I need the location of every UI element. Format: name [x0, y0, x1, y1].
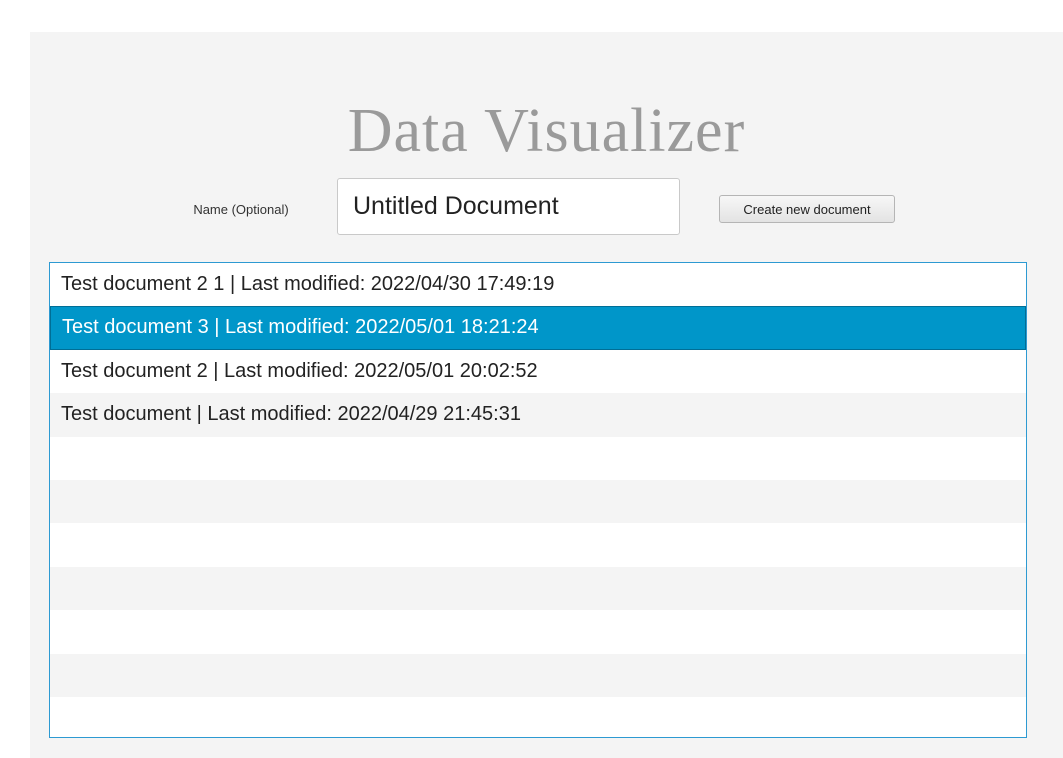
list-item[interactable]: Test document 2 | Last modified: 2022/05…	[50, 349, 1026, 394]
list-item[interactable]: Test document 2 1 | Last modified: 2022/…	[50, 263, 1026, 307]
list-item-empty	[50, 436, 1026, 480]
create-document-button[interactable]: Create new document	[719, 195, 895, 223]
list-item-empty	[50, 696, 1026, 737]
list-item-empty	[50, 653, 1026, 697]
app-window: Data Visualizer Name (Optional) Create n…	[30, 32, 1063, 758]
list-item-empty	[50, 566, 1026, 611]
document-list[interactable]: Test document 2 1 | Last modified: 2022/…	[49, 262, 1027, 738]
list-item[interactable]: Test document 3 | Last modified: 2022/05…	[50, 306, 1026, 350]
list-item-empty	[50, 610, 1026, 654]
list-item-empty	[50, 479, 1026, 524]
name-label: Name (Optional)	[193, 202, 289, 217]
app-title: Data Visualizer	[347, 97, 746, 165]
name-input[interactable]	[337, 178, 680, 235]
list-item[interactable]: Test document | Last modified: 2022/04/2…	[50, 393, 1026, 437]
list-item-empty	[50, 523, 1026, 567]
